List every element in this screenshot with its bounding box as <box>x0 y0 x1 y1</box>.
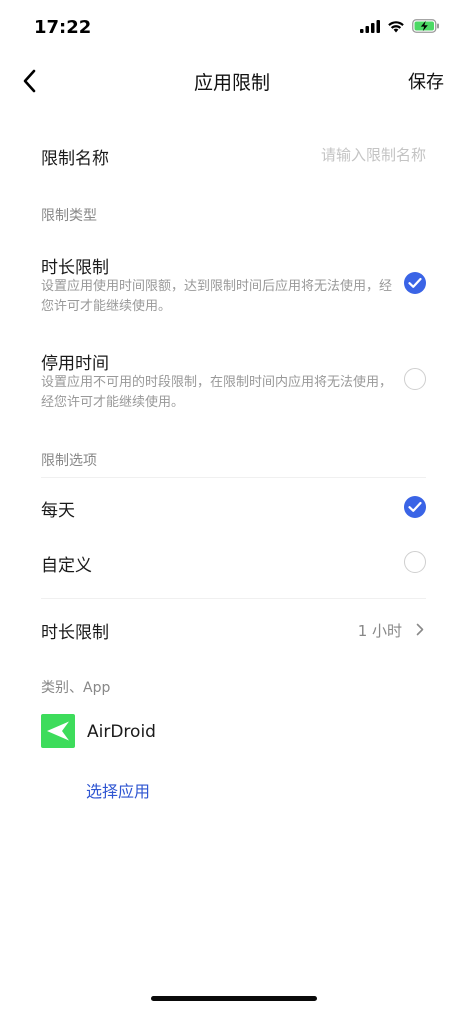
battery-charging-icon <box>412 19 439 33</box>
radio-unchecked[interactable] <box>404 368 426 390</box>
apps-section-label: 类别、App <box>41 680 111 696</box>
option-custom[interactable]: 自定义 <box>0 541 464 583</box>
status-bar: 17:22 <box>0 0 464 56</box>
option-downtime[interactable]: 停用时间 设置应用不可用的时段限制，在限制时间内应用将无法使用，经您许可才能继续… <box>0 342 464 422</box>
nav-bar: 应用限制 保存 <box>0 56 464 106</box>
chevron-right-icon <box>416 623 424 636</box>
status-icons <box>360 19 440 33</box>
select-app-link[interactable]: 选择应用 <box>86 778 150 802</box>
limit-name-label: 限制名称 <box>41 149 109 169</box>
status-time: 17:22 <box>34 17 92 38</box>
duration-limit-label: 时长限制 <box>41 623 109 643</box>
option-title: 停用时间 <box>41 354 109 374</box>
duration-limit-row[interactable]: 时长限制 1 小时 <box>0 604 464 654</box>
duration-value: 1 小时 <box>357 622 402 640</box>
cellular-signal-icon <box>360 19 380 33</box>
page-title: 应用限制 <box>193 72 270 94</box>
option-title: 每天 <box>41 501 75 521</box>
option-duration-limit[interactable]: 时长限制 设置应用使用时间限额，达到限制时间后应用将无法使用，经您许可才能继续使… <box>0 245 464 325</box>
divider <box>41 477 426 478</box>
app-name: AirDroid <box>87 722 156 742</box>
app-list-item: AirDroid <box>0 712 464 752</box>
limit-name-row: 限制名称 <box>0 126 464 182</box>
option-title: 时长限制 <box>41 258 109 278</box>
limit-type-section-label: 限制类型 <box>41 208 97 224</box>
checkmark-icon <box>408 501 422 512</box>
radio-checked[interactable] <box>404 272 426 294</box>
limit-name-input[interactable] <box>224 140 428 170</box>
limit-options-section-label: 限制选项 <box>41 453 97 469</box>
chevron-left-icon <box>23 69 36 93</box>
option-description: 设置应用不可用的时段限制，在限制时间内应用将无法使用，经您许可才能继续使用。 <box>41 375 393 410</box>
checkmark-icon <box>408 277 422 288</box>
home-indicator <box>151 996 317 1001</box>
radio-checked[interactable] <box>404 496 426 518</box>
wifi-icon <box>388 20 404 32</box>
option-description: 设置应用使用时间限额，达到限制时间后应用将无法使用，经您许可才能继续使用。 <box>41 279 393 314</box>
option-every-day[interactable]: 每天 <box>0 486 464 528</box>
airdroid-app-icon <box>41 714 75 748</box>
option-title: 自定义 <box>41 556 92 576</box>
divider <box>41 598 426 599</box>
save-button[interactable]: 保存 <box>408 68 444 94</box>
radio-unchecked[interactable] <box>404 551 426 573</box>
back-button[interactable] <box>18 64 48 98</box>
